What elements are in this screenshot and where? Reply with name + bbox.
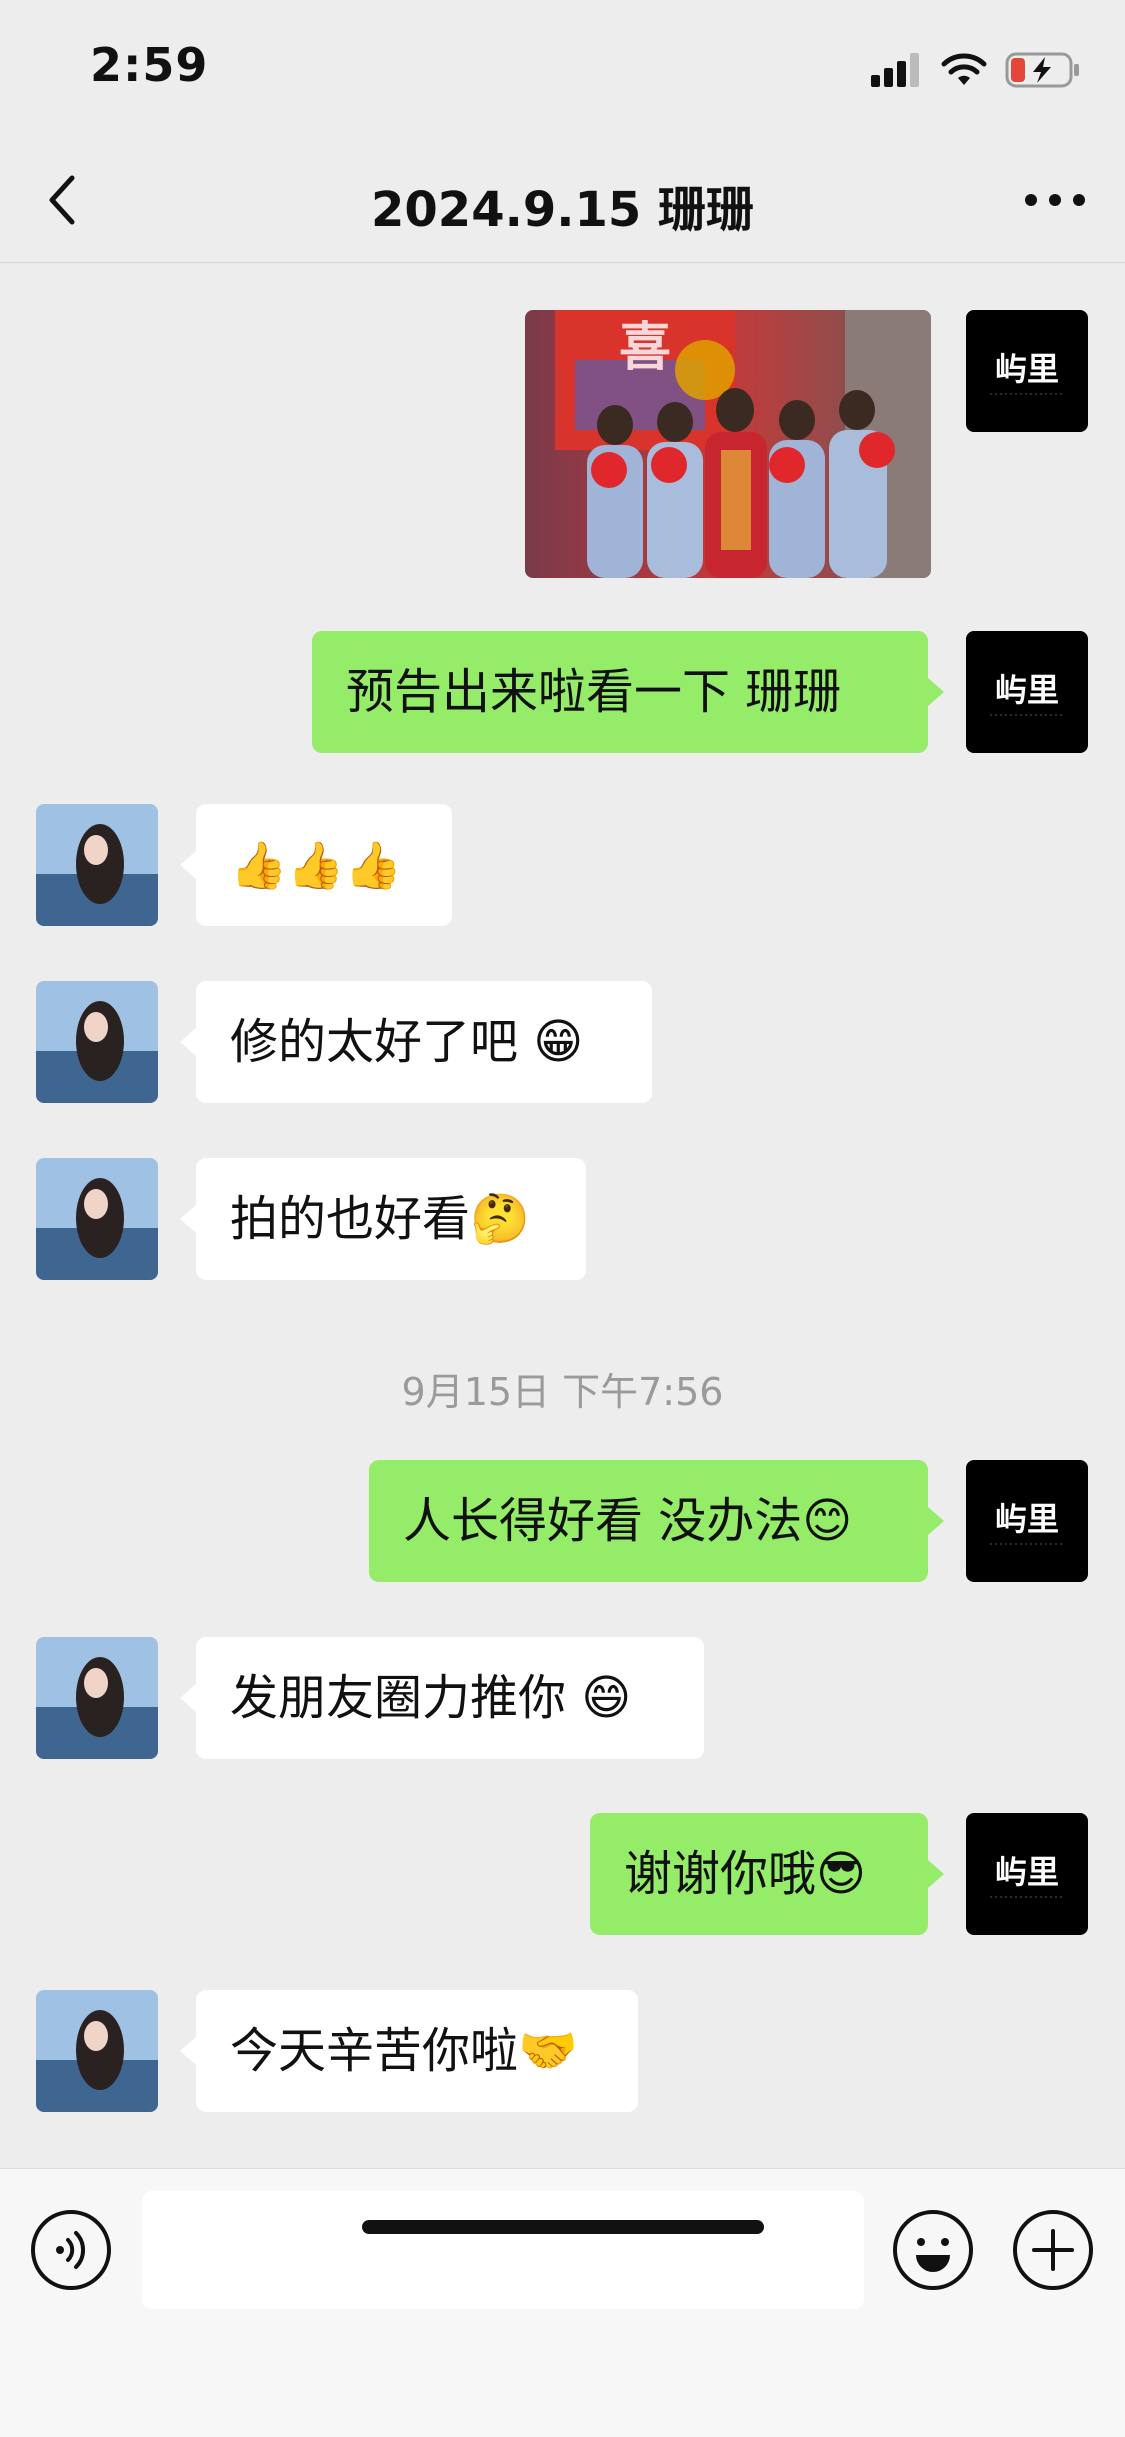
plus-button[interactable] (1012, 2209, 1094, 2291)
svg-text:屿里: 屿里 (995, 671, 1059, 709)
message-text: 修的太好了吧 😁 (230, 1014, 584, 1070)
brand-logo: 屿里 (990, 350, 1064, 395)
svg-text:屿里: 屿里 (995, 350, 1059, 388)
message-bubble-received[interactable]: 发朋友圈力推你 😄 (180, 1637, 704, 1759)
bubble-tail (928, 1507, 944, 1535)
contact-photo (36, 1990, 158, 2112)
self-avatar[interactable]: 屿里 (966, 1460, 1088, 1582)
self-avatar[interactable]: 屿里 (966, 631, 1088, 753)
bubble-tail (180, 2037, 196, 2065)
more-dots-icon (1025, 194, 1085, 206)
bubble-tail (180, 851, 196, 879)
bubble-tail (928, 1860, 944, 1888)
brand-logo: 屿里 (990, 671, 1064, 716)
self-avatar[interactable]: 屿里 (966, 1813, 1088, 1935)
message-input[interactable] (142, 2191, 864, 2309)
contact-avatar[interactable] (36, 804, 158, 926)
image-message[interactable]: 喜 (525, 310, 931, 578)
battery-icon (1005, 52, 1079, 88)
message-bubble-sent[interactable]: 预告出来啦看一下 珊珊 (312, 631, 944, 753)
contact-photo (36, 1637, 158, 1759)
signal-icon (871, 53, 919, 87)
status-time: 2:59 (90, 38, 209, 92)
voice-button[interactable] (30, 2209, 112, 2291)
message-bubble-sent[interactable]: 谢谢你哦😎 (590, 1813, 944, 1935)
brand-logo: 屿里 (990, 1853, 1064, 1898)
brand-logo: 屿里 (990, 1500, 1064, 1545)
plus-icon (1013, 2210, 1093, 2290)
message-text: 人长得好看 没办法😊 (403, 1493, 853, 1549)
contact-photo (36, 804, 158, 926)
message-text: 今天辛苦你啦🤝 (230, 2023, 578, 2079)
status-icons (871, 48, 1081, 92)
message-text: 谢谢你哦😎 (624, 1846, 867, 1902)
nav-bar: 2024.9.15 珊珊 (0, 140, 1125, 263)
status-bar: 2:59 (0, 0, 1125, 140)
bubble-tail (180, 1684, 196, 1712)
contact-avatar[interactable] (36, 1158, 158, 1280)
svg-text:屿里: 屿里 (995, 1500, 1059, 1538)
chat-message-list[interactable]: 屿里 喜 屿里 预告出来啦看一下 珊珊 👍👍👍 修的太好了吧 😁 拍的也好看🤔 … (0, 263, 1125, 2168)
emoji-icon (893, 2210, 973, 2290)
message-text: 发朋友圈力推你 😄 (230, 1670, 632, 1726)
message-text: 拍的也好看🤔 (230, 1191, 530, 1247)
more-button[interactable] (1015, 170, 1095, 230)
home-indicator[interactable] (362, 2220, 764, 2234)
bubble-tail (180, 1028, 196, 1056)
message-bubble-received[interactable]: 今天辛苦你啦🤝 (180, 1990, 638, 2112)
contact-avatar[interactable] (36, 1990, 158, 2112)
wifi-icon (941, 53, 987, 85)
message-timestamp: 9月15日 下午7:56 (401, 1370, 724, 1414)
message-bubble-sent[interactable]: 人长得好看 没办法😊 (369, 1460, 944, 1582)
bubble-tail (180, 1205, 196, 1233)
contact-photo (36, 981, 158, 1103)
svg-text:喜: 喜 (619, 317, 671, 378)
chat-title: 2024.9.15 珊珊 (371, 182, 754, 238)
message-bubble-received[interactable]: 👍👍👍 (180, 804, 452, 926)
contact-avatar[interactable] (36, 1637, 158, 1759)
bubble-tail (928, 678, 944, 706)
input-bar (0, 2168, 1125, 2437)
message-bubble-received[interactable]: 拍的也好看🤔 (180, 1158, 586, 1280)
self-avatar[interactable]: 屿里 (966, 310, 1088, 432)
message-bubble-received[interactable]: 修的太好了吧 😁 (180, 981, 652, 1103)
wedding-photo: 喜 (525, 310, 931, 578)
svg-text:屿里: 屿里 (995, 1853, 1059, 1891)
voice-icon (31, 2210, 111, 2290)
message-text: 预告出来啦看一下 珊珊 (346, 664, 842, 720)
contact-photo (36, 1158, 158, 1280)
contact-avatar[interactable] (36, 981, 158, 1103)
emoji-button[interactable] (892, 2209, 974, 2291)
message-text: 👍👍👍 (230, 838, 402, 892)
